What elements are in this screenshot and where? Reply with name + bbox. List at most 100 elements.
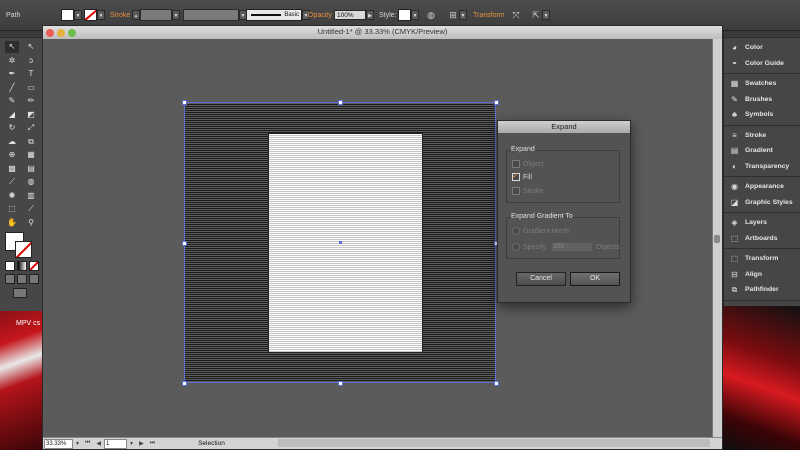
direct-selection-tool-icon[interactable]: ↖ <box>24 41 38 53</box>
color-mode-button[interactable] <box>5 261 15 271</box>
stroke-weight-stepper[interactable]: ▴ <box>132 10 140 20</box>
recolor-artwork-icon[interactable]: ◍ <box>425 9 437 21</box>
panel-button-swatches[interactable]: ▦ Swatches <box>724 76 800 92</box>
column-graph-tool-icon[interactable]: ▥ <box>24 190 38 202</box>
scale-tool-icon[interactable]: ⤢ <box>24 122 38 134</box>
line-tool-icon[interactable]: ╱ <box>5 82 19 94</box>
stroke-dropdown-arrow[interactable]: ▼ <box>97 10 105 20</box>
brush-definition[interactable]: Basic <box>246 9 302 21</box>
panel-button-align[interactable]: ⊟ Align <box>724 267 800 283</box>
fill-swatch[interactable] <box>61 9 74 21</box>
panel-button-color-guide[interactable]: ◓ Color Guide <box>724 56 800 72</box>
object-option[interactable]: Object <box>512 160 543 168</box>
panel-button-color[interactable]: ◕ Color <box>724 40 800 56</box>
mesh-tool-icon[interactable]: ▩ <box>5 163 19 175</box>
pencil-tool-icon[interactable]: ✏ <box>24 95 38 107</box>
gradient-mode-button[interactable] <box>17 261 27 271</box>
resize-handle-bottom[interactable] <box>338 381 343 386</box>
dialog-title[interactable]: Expand <box>498 121 630 133</box>
panel-button-brushes[interactable]: ✎ Brushes <box>724 92 800 108</box>
fill-dropdown-arrow[interactable]: ▼ <box>74 10 82 20</box>
magic-wand-tool-icon[interactable]: ✲ <box>5 55 19 67</box>
lasso-tool-icon[interactable]: ↄ <box>24 55 38 67</box>
object-checkbox[interactable] <box>512 160 520 168</box>
cancel-button[interactable]: Cancel <box>516 272 566 286</box>
eraser-tool-icon[interactable]: ◩ <box>24 109 38 121</box>
previous-artboard-icon[interactable]: ◀ <box>93 440 104 447</box>
align-grid-icon[interactable]: ⊞ <box>447 9 459 21</box>
stroke-weight-field[interactable] <box>140 9 172 21</box>
panel-button-layers[interactable]: ◈ Layers <box>724 215 800 231</box>
specify-objects-field[interactable]: 255 <box>550 242 593 252</box>
zoom-tool-icon[interactable]: ⚲ <box>24 217 38 229</box>
isolate-object-icon[interactable]: ⤧ <box>510 9 522 21</box>
panel-menu-dropdown[interactable]: ▼ <box>542 10 550 20</box>
panel-button-stroke[interactable]: ≡ Stroke <box>724 128 800 144</box>
fill-option[interactable]: Fill <box>512 171 532 181</box>
panel-button-artboards[interactable]: ⬚ Artboards <box>724 231 800 247</box>
fill-checkbox[interactable] <box>512 171 520 181</box>
stroke-color-box[interactable] <box>15 241 32 258</box>
resize-handle-bottom-left[interactable] <box>182 381 187 386</box>
next-artboard-icon[interactable]: ▶ <box>136 440 147 447</box>
symbol-sprayer-tool-icon[interactable]: ✺ <box>5 190 19 202</box>
last-artboard-icon[interactable]: ⏭ <box>147 440 158 447</box>
free-transform-tool-icon[interactable]: ⧉ <box>24 136 38 148</box>
resize-handle-top-left[interactable] <box>182 100 187 105</box>
rectangle-tool-icon[interactable]: ▭ <box>24 82 38 94</box>
panel-button-graphic-styles[interactable]: ◪ Graphic Styles <box>724 195 800 211</box>
artboard-dropdown-icon[interactable]: ▾ <box>127 440 136 447</box>
eyedropper-tool-icon[interactable]: ⟋ <box>5 176 19 188</box>
panel-button-gradient[interactable]: ▤ Gradient <box>724 143 800 159</box>
slice-tool-icon[interactable]: ⟋ <box>24 203 38 215</box>
resize-handle-bottom-right[interactable] <box>494 381 499 386</box>
tools-panel-grip[interactable] <box>0 31 42 38</box>
panel-menu-icon[interactable]: ⇱ <box>530 9 542 21</box>
graphic-style-dropdown[interactable]: ▼ <box>411 10 419 20</box>
stroke-link[interactable]: Stroke <box>110 12 130 19</box>
rotate-tool-icon[interactable]: ↻ <box>5 122 19 134</box>
vertical-scrollbar[interactable] <box>712 39 722 437</box>
selection-tool-icon[interactable]: ↖ <box>5 41 19 53</box>
resize-handle-top-right[interactable] <box>494 100 499 105</box>
resize-handle-left[interactable] <box>182 241 187 246</box>
panel-button-symbols[interactable]: ♣ Symbols <box>724 107 800 123</box>
specify-option[interactable]: Specify: 255 Objects <box>512 242 620 252</box>
zoom-dropdown-icon[interactable]: ▾ <box>73 440 82 447</box>
fill-stroke-control[interactable] <box>5 232 35 258</box>
artboard-number-field[interactable]: 1 <box>104 438 128 449</box>
align-dropdown[interactable]: ▼ <box>459 10 467 20</box>
panel-dock-grip[interactable] <box>724 31 800 38</box>
horizontal-scrollbar[interactable] <box>278 439 710 447</box>
resize-handle-top[interactable] <box>338 100 343 105</box>
pen-tool-icon[interactable]: ✒ <box>5 68 19 80</box>
gradient-mesh-option[interactable]: Gradient Mesh <box>512 227 569 235</box>
document-titlebar[interactable]: Untitled-1* @ 33.33% (CMYK/Preview) <box>43 26 722 40</box>
type-tool-icon[interactable]: T <box>24 68 38 80</box>
hand-tool-icon[interactable]: ✋ <box>5 217 19 229</box>
specify-radio[interactable] <box>512 243 520 251</box>
gradient-mesh-radio[interactable] <box>512 227 520 235</box>
variable-width-profile[interactable] <box>183 9 239 21</box>
none-mode-button[interactable] <box>29 261 39 271</box>
artboard-tool-icon[interactable]: ⬚ <box>5 203 19 215</box>
perspective-grid-tool-icon[interactable]: ▦ <box>24 149 38 161</box>
zoom-level-field[interactable]: 33.33% <box>44 438 73 449</box>
stroke-weight-dropdown[interactable]: ▼ <box>172 10 180 20</box>
opacity-field[interactable]: 100% <box>334 10 366 20</box>
shape-builder-tool-icon[interactable]: ⊕ <box>5 149 19 161</box>
panel-button-transform[interactable]: ⬚ Transform <box>724 251 800 267</box>
panel-button-transparency[interactable]: ◐ Transparency <box>724 159 800 175</box>
graphic-style-swatch[interactable] <box>398 9 411 21</box>
draw-behind-button[interactable] <box>17 274 27 284</box>
panel-button-appearance[interactable]: ◉ Appearance <box>724 179 800 195</box>
gradient-tool-icon[interactable]: ▤ <box>24 163 38 175</box>
draw-inside-button[interactable] <box>29 274 39 284</box>
blend-tool-icon[interactable]: ◍ <box>24 176 38 188</box>
stroke-option[interactable]: Stroke <box>512 187 543 195</box>
opacity-dropdown[interactable]: ▶ <box>366 10 374 20</box>
paintbrush-tool-icon[interactable]: ✎ <box>5 95 19 107</box>
warp-tool-icon[interactable]: ☁ <box>5 136 19 148</box>
ok-button[interactable]: OK <box>570 272 620 286</box>
vertical-scroll-thumb[interactable] <box>714 235 720 243</box>
